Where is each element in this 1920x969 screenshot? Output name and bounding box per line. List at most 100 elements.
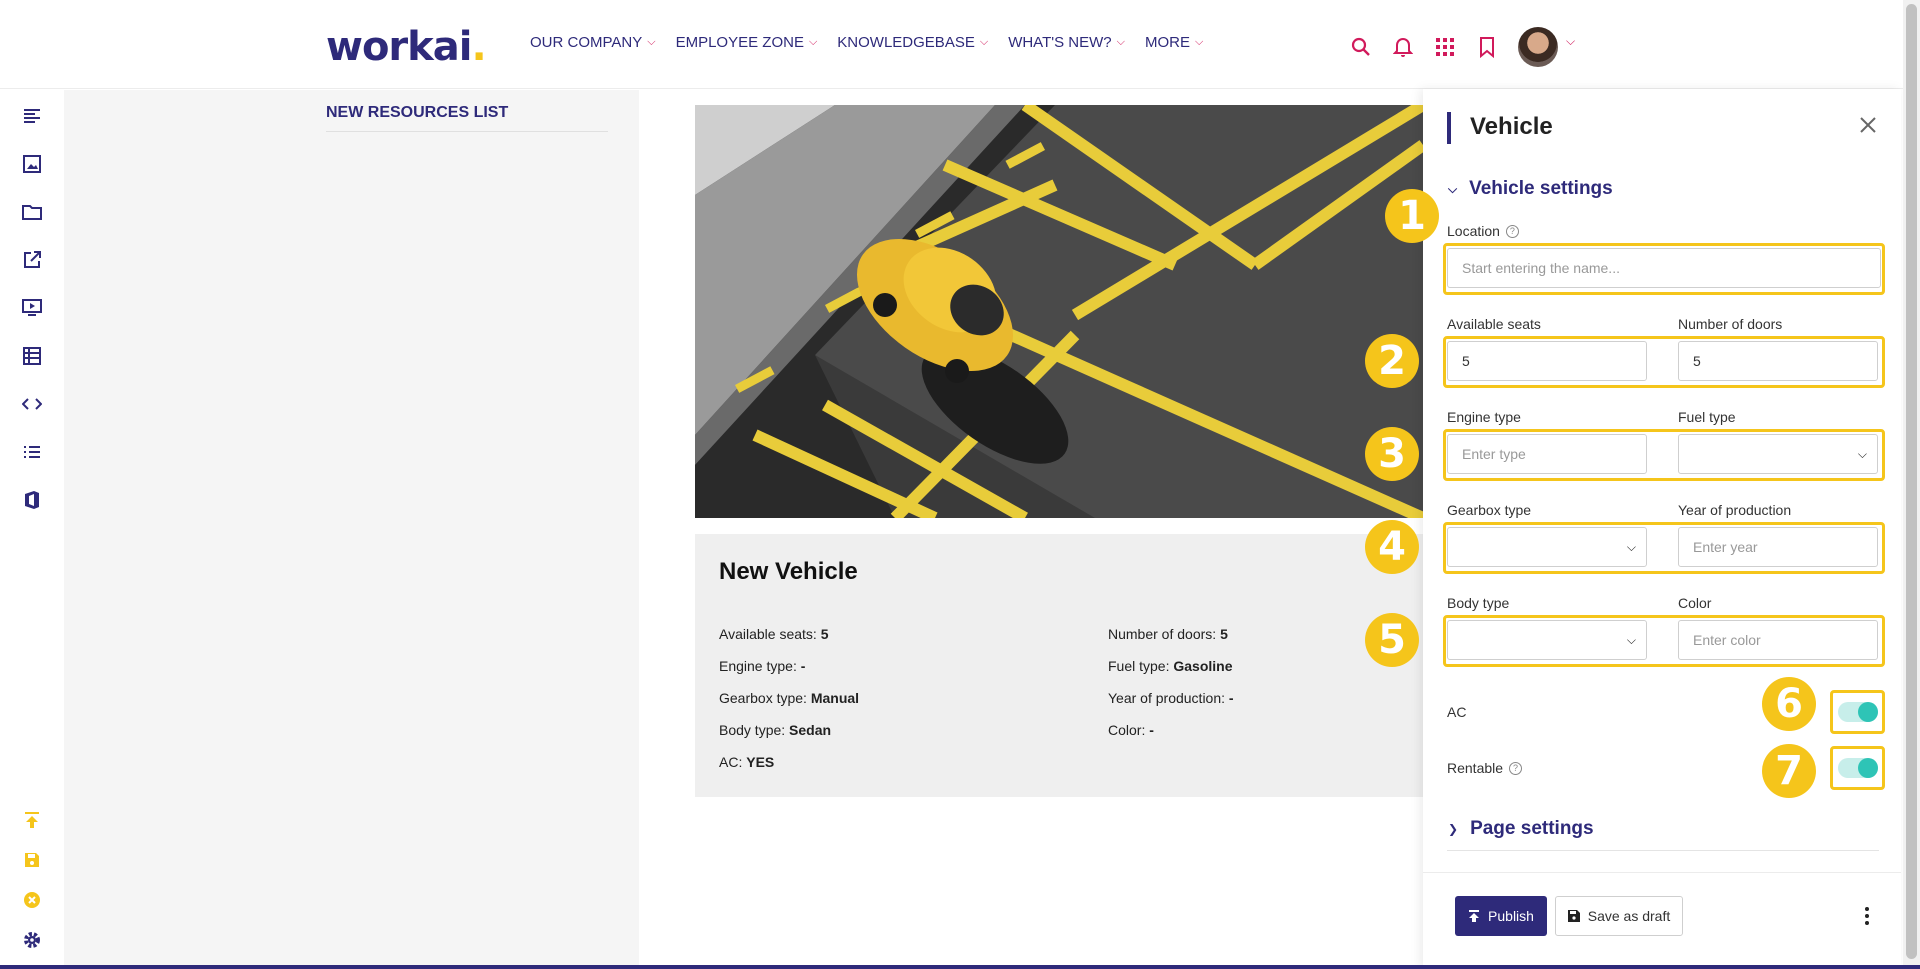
fuel-type-select[interactable]: ⌵ xyxy=(1678,434,1878,474)
vehicle-title: New Vehicle xyxy=(719,558,858,585)
detail-fuel-type: Fuel type: Gasoline xyxy=(1108,658,1233,674)
code-icon[interactable] xyxy=(20,392,44,416)
ac-label: AC xyxy=(1447,704,1467,720)
number-of-doors-input[interactable] xyxy=(1678,341,1878,381)
location-label: Location? xyxy=(1447,223,1519,239)
toggle-knob xyxy=(1858,702,1878,722)
publish-up-icon xyxy=(1469,910,1480,922)
gear-icon[interactable] xyxy=(20,928,44,952)
detail-available-seats: Available seats: 5 xyxy=(719,626,829,642)
rentable-label: Rentable? xyxy=(1447,760,1523,776)
year-of-production-label: Year of production xyxy=(1678,502,1792,518)
engine-type-input[interactable] xyxy=(1447,434,1647,474)
help-icon[interactable]: ? xyxy=(1505,224,1519,238)
step-badge-2: 2 xyxy=(1365,334,1419,388)
ac-toggle[interactable] xyxy=(1838,702,1878,722)
divider xyxy=(1447,850,1879,851)
chevron-down-icon[interactable]: ⌵ xyxy=(1566,34,1575,49)
chevron-down-icon: ⌵ xyxy=(979,36,989,48)
gearbox-type-select[interactable]: ⌵ xyxy=(1447,527,1647,567)
folder-icon[interactable] xyxy=(20,200,44,224)
chevron-down-icon: ⌵ xyxy=(1626,633,1636,647)
color-label: Color xyxy=(1678,595,1712,611)
apps-grid-icon[interactable] xyxy=(1430,32,1460,62)
bookmark-icon[interactable] xyxy=(1472,32,1502,62)
vehicle-settings-section-toggle[interactable]: ⌵ Vehicle settings xyxy=(1448,178,1613,200)
nav-employee-zone[interactable]: EMPLOYEE ZONE ⌵ xyxy=(676,34,818,51)
rentable-toggle[interactable] xyxy=(1838,758,1878,778)
bell-icon[interactable] xyxy=(1388,32,1418,62)
top-header: workai. OUR COMPANY ⌵ EMPLOYEE ZONE ⌵ KNOW… xyxy=(0,0,1920,89)
left-column xyxy=(64,90,639,969)
publish-button[interactable]: Publish xyxy=(1455,896,1547,936)
page-settings-section-toggle[interactable]: ❯ Page settings xyxy=(1448,818,1594,840)
detail-gearbox-type: Gearbox type: Manual xyxy=(719,690,860,706)
detail-color: Color: - xyxy=(1108,722,1154,738)
body-type-label: Body type xyxy=(1447,595,1510,611)
vehicle-photo xyxy=(695,105,1423,518)
step-badge-3: 3 xyxy=(1365,427,1419,481)
number-of-doors-label: Number of doors xyxy=(1678,316,1783,332)
image-icon[interactable] xyxy=(20,152,44,176)
step-badge-6: 6 xyxy=(1762,677,1816,731)
publish-up-icon[interactable] xyxy=(20,808,44,832)
chevron-down-icon: ⌵ xyxy=(808,36,818,48)
step-badge-4: 4 xyxy=(1365,520,1419,574)
detail-number-of-doors: Number of doors: 5 xyxy=(1108,626,1228,642)
search-icon[interactable] xyxy=(1346,32,1376,62)
chevron-down-icon: ⌵ xyxy=(1194,36,1204,48)
external-link-icon[interactable] xyxy=(20,248,44,272)
nav-more[interactable]: MORE ⌵ xyxy=(1145,34,1203,51)
office-icon[interactable] xyxy=(20,488,44,512)
step-badge-5: 5 xyxy=(1365,613,1419,667)
title-accent-bar xyxy=(1447,112,1451,144)
step-badge-7: 7 xyxy=(1762,744,1816,798)
divider xyxy=(326,131,608,132)
left-toolbar xyxy=(0,90,64,969)
chevron-right-icon: ❯ xyxy=(1448,822,1459,836)
avatar[interactable] xyxy=(1518,27,1558,67)
help-icon[interactable]: ? xyxy=(1509,761,1523,775)
nav-our-company[interactable]: OUR COMPANY ⌵ xyxy=(530,34,656,51)
bottom-edge xyxy=(0,965,1920,969)
detail-body-type: Body type: Sedan xyxy=(719,722,832,738)
table-icon[interactable] xyxy=(20,344,44,368)
color-input[interactable] xyxy=(1678,620,1878,660)
workai-logo[interactable]: workai. xyxy=(326,24,487,70)
vehicle-details-card: New Vehicle Available seats: 5 Number of… xyxy=(695,534,1423,797)
chevron-down-icon: ⌵ xyxy=(1857,447,1867,461)
detail-ac: AC: YES xyxy=(719,754,775,770)
save-icon[interactable] xyxy=(20,848,44,872)
available-seats-label: Available seats xyxy=(1447,316,1541,332)
header-icons: ⌵ xyxy=(1346,27,1575,67)
cancel-icon[interactable] xyxy=(20,888,44,912)
nav-knowledgebase[interactable]: KNOWLEDGEBASE ⌵ xyxy=(837,34,988,51)
chevron-down-icon: ⌵ xyxy=(1116,36,1125,48)
location-input[interactable] xyxy=(1447,248,1881,288)
year-of-production-input[interactable] xyxy=(1678,527,1878,567)
video-icon[interactable] xyxy=(20,296,44,320)
fuel-type-label: Fuel type xyxy=(1678,409,1736,425)
chevron-down-icon: ⌵ xyxy=(1448,181,1458,196)
panel-title: Vehicle xyxy=(1470,113,1553,140)
more-options-icon[interactable] xyxy=(1855,904,1879,928)
gearbox-type-label: Gearbox type xyxy=(1447,502,1532,518)
toggle-knob xyxy=(1858,758,1878,778)
body-type-select[interactable]: ⌵ xyxy=(1447,620,1647,660)
detail-engine-type: Engine type: - xyxy=(719,658,806,674)
close-icon[interactable] xyxy=(1856,113,1880,137)
available-seats-input[interactable] xyxy=(1447,341,1647,381)
step-badge-1: 1 xyxy=(1385,189,1439,243)
chevron-down-icon: ⌵ xyxy=(647,36,656,48)
scrollbar-thumb[interactable] xyxy=(1906,4,1917,959)
divider xyxy=(1423,872,1901,873)
resources-list-title[interactable]: NEW RESOURCES LIST xyxy=(326,104,508,122)
align-left-icon[interactable] xyxy=(20,104,44,128)
engine-type-label: Engine type xyxy=(1447,409,1521,425)
detail-year-of-production: Year of production: - xyxy=(1108,690,1234,706)
chevron-down-icon: ⌵ xyxy=(1626,540,1636,554)
nav-whats-new[interactable]: WHAT'S NEW? ⌵ xyxy=(1008,34,1125,51)
main-nav: OUR COMPANY ⌵ EMPLOYEE ZONE ⌵ KNOWLEDGEBAS… xyxy=(530,34,1223,51)
list-icon[interactable] xyxy=(20,440,44,464)
save-as-draft-button[interactable]: Save as draft xyxy=(1555,896,1683,936)
